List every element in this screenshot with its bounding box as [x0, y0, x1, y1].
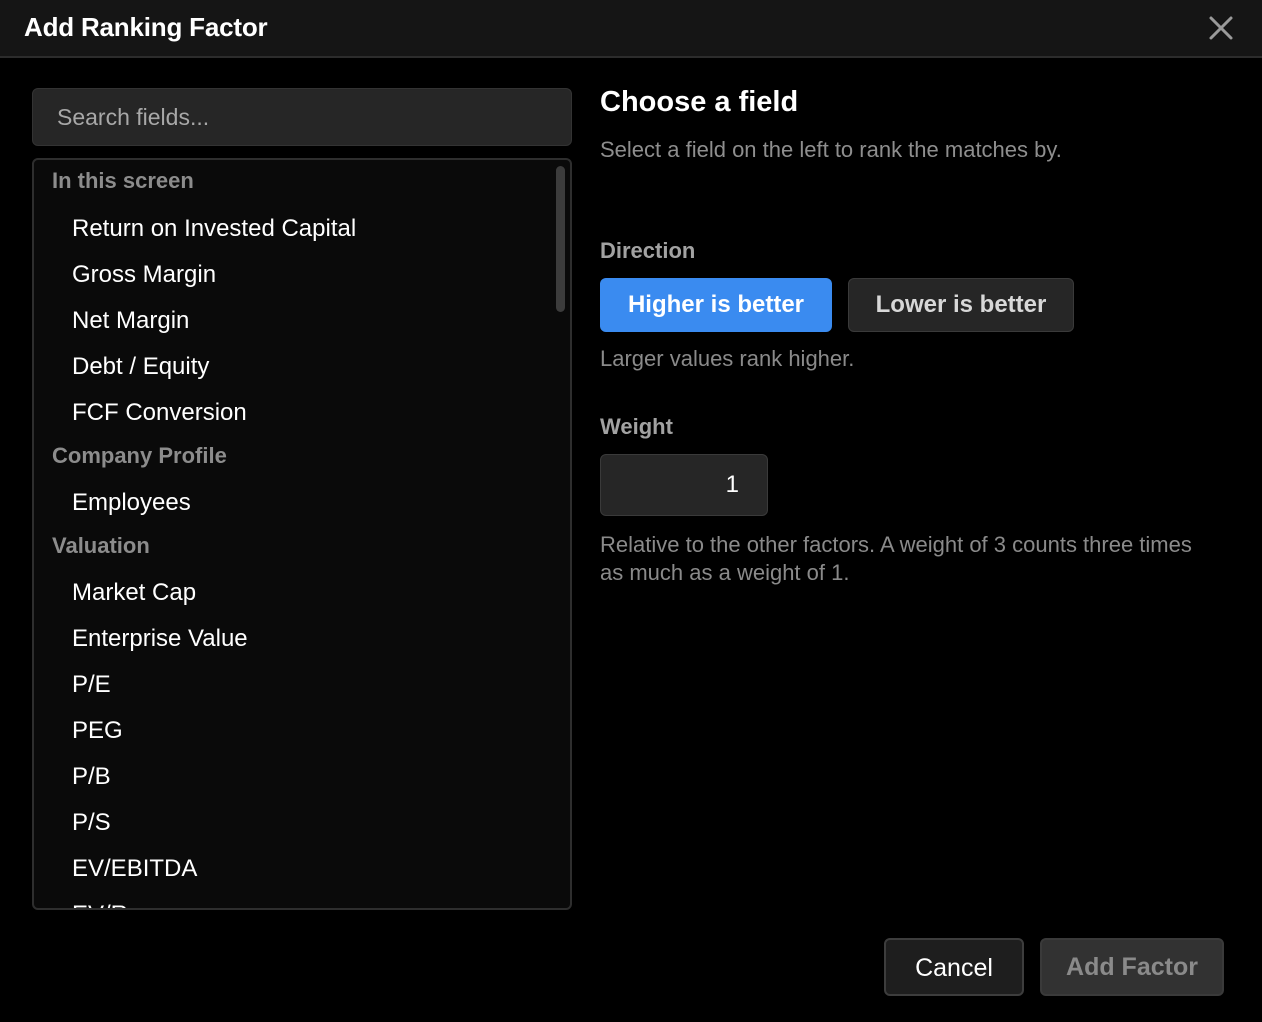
higher-is-better-button[interactable]: Higher is better — [600, 278, 832, 332]
field-list-item[interactable]: P/S — [34, 800, 552, 846]
weight-label: Weight — [600, 414, 673, 439]
group-header: Valuation — [52, 533, 150, 558]
field-list-content: In this screen Return on Invested Capital… — [34, 160, 552, 908]
scrollbar-thumb[interactable] — [556, 166, 565, 312]
field-list-item[interactable]: P/E — [34, 662, 552, 708]
field-list-item[interactable]: Debt / Equity — [34, 344, 552, 390]
field-list-item[interactable]: Return on Invested Capital — [34, 206, 552, 252]
field-list-item[interactable]: Net Margin — [34, 298, 552, 344]
field-list-item[interactable]: Gross Margin — [34, 252, 552, 298]
close-button[interactable] — [1202, 9, 1240, 47]
detail-subtitle: Select a field on the left to rank the m… — [600, 137, 1062, 162]
detail-heading: Choose a field — [600, 86, 799, 118]
field-list-item[interactable]: Employees — [34, 480, 552, 526]
lower-is-better-button[interactable]: Lower is better — [848, 278, 1074, 332]
field-list-item[interactable]: Market Cap — [34, 570, 552, 616]
weight-help-text: Relative to the other factors. A weight … — [600, 532, 1192, 585]
field-list-item[interactable]: EV/EBITDA — [34, 846, 552, 892]
direction-label: Direction — [600, 238, 696, 263]
field-list-item[interactable]: P/B — [34, 754, 552, 800]
dialog-title: Add Ranking Factor — [24, 12, 268, 42]
direction-help-text: Larger values rank higher. — [600, 346, 855, 371]
close-icon[interactable] — [1202, 9, 1240, 47]
weight-input[interactable] — [600, 454, 768, 516]
field-list-item[interactable]: Enterprise Value — [34, 616, 552, 662]
search-input[interactable] — [32, 88, 572, 146]
add-factor-button[interactable]: Add Factor — [1040, 938, 1224, 996]
field-list[interactable]: In this screen Return on Invested Capital… — [32, 158, 572, 910]
scrollbar[interactable] — [554, 162, 568, 906]
field-list-item[interactable]: PEG — [34, 708, 552, 754]
field-list-item[interactable]: FCF Conversion — [34, 390, 552, 436]
group-header: Company Profile — [52, 443, 227, 468]
field-list-item[interactable]: EV/Revenue — [34, 892, 552, 908]
cancel-button[interactable]: Cancel — [884, 938, 1024, 996]
dialog-header: Add Ranking Factor — [0, 0, 1262, 58]
group-header: In this screen — [52, 168, 194, 193]
